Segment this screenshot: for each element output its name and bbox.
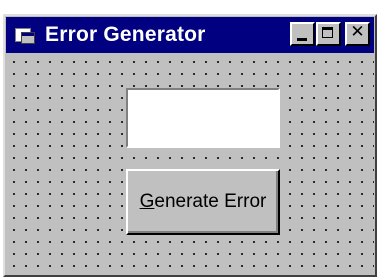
generate-error-button-label: Generate Error bbox=[140, 191, 267, 213]
minimize-icon bbox=[297, 38, 307, 41]
maximize-button[interactable] bbox=[316, 22, 341, 46]
caption-buttons: ✕ bbox=[289, 22, 370, 46]
close-button[interactable]: ✕ bbox=[345, 22, 370, 46]
generate-error-button[interactable]: Generate Error bbox=[126, 169, 280, 235]
title-bar[interactable]: Error Generator ✕ bbox=[6, 17, 374, 53]
minimize-button[interactable] bbox=[290, 22, 315, 46]
form-design-grid: Generate Error bbox=[6, 54, 374, 274]
button-mnemonic: G bbox=[139, 191, 155, 212]
form-icon[interactable] bbox=[15, 26, 37, 44]
close-icon: ✕ bbox=[350, 22, 365, 42]
window-title: Error Generator bbox=[45, 23, 206, 46]
maximize-icon bbox=[322, 27, 333, 38]
error-generator-window: Error Generator ✕ Generate Error bbox=[3, 14, 377, 277]
button-label-rest: enerate Error bbox=[154, 191, 267, 212]
error-text-input[interactable] bbox=[126, 88, 280, 148]
